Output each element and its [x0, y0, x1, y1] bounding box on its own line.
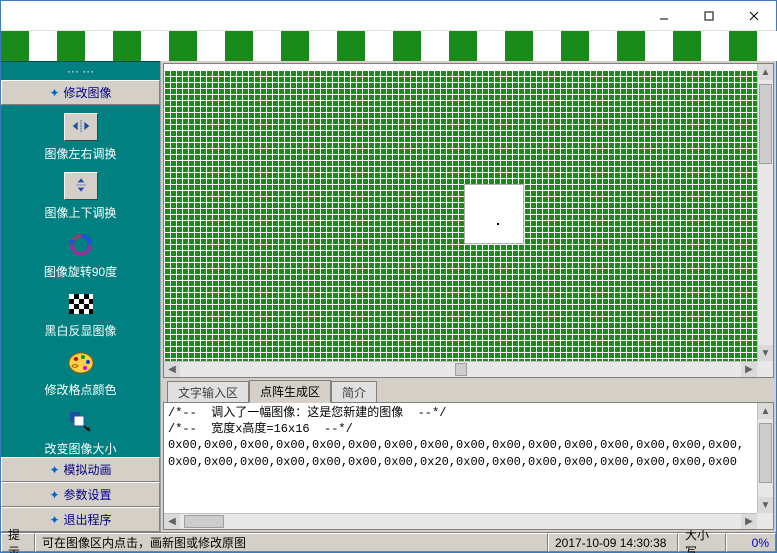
- sidebar-footer-params[interactable]: ✦参数设置: [1, 482, 160, 507]
- main-area: ▲ ▼ ◀ ▶ 文字输入区 点阵生成区 简介 /*-- 调: [161, 61, 776, 532]
- diamond-icon: ✦: [49, 86, 59, 100]
- sidebar-header-modify-image[interactable]: ✦ 修改图像: [1, 80, 160, 105]
- scroll-down-icon[interactable]: ▼: [758, 497, 773, 513]
- scroll-corner: [757, 361, 773, 377]
- status-hint-text: 可在图像区内点击，画新图或修改原图: [35, 533, 548, 552]
- tool-label: 改变图像大小: [44, 440, 116, 457]
- scroll-left-icon[interactable]: ◀: [164, 362, 180, 377]
- sidebar-footer-label: 模拟动画: [64, 463, 112, 477]
- sidebar-footer-label: 参数设置: [64, 488, 112, 502]
- scroll-thumb[interactable]: [759, 84, 772, 164]
- tool-invert-bw[interactable]: 黑白反显图像: [1, 290, 160, 339]
- code-text[interactable]: /*-- 调入了一幅图像：这是您新建的图像 --*/ /*-- 宽度x高度=16…: [164, 403, 757, 513]
- resize-icon: [70, 412, 92, 432]
- close-button[interactable]: [731, 1, 776, 30]
- grid-top-margin: [164, 64, 757, 70]
- new-image-block[interactable]: [464, 184, 524, 244]
- scroll-up-icon[interactable]: ▲: [758, 403, 773, 419]
- pixel-dot: [497, 223, 499, 225]
- tab-dot-matrix[interactable]: 点阵生成区: [249, 380, 331, 403]
- status-percent: 0%: [726, 533, 776, 552]
- code-output: /*-- 调入了一幅图像：这是您新建的图像 --*/ /*-- 宽度x高度=16…: [163, 402, 774, 530]
- bottom-tabs: 文字输入区 点阵生成区 简介: [163, 380, 774, 402]
- checker-icon: [69, 294, 93, 314]
- tool-label: 图像左右调换: [44, 145, 116, 162]
- scroll-right-icon[interactable]: ▶: [741, 514, 757, 529]
- scroll-thumb[interactable]: [455, 363, 467, 376]
- scroll-thumb[interactable]: [184, 515, 224, 528]
- tool-label: 修改格点颜色: [44, 381, 116, 398]
- scroll-up-icon[interactable]: ▲: [758, 64, 773, 80]
- scroll-left-icon[interactable]: ◀: [164, 514, 180, 529]
- flip-vertical-icon: [71, 177, 91, 196]
- sidebar-footer-label: 退出程序: [64, 513, 112, 527]
- tab-about[interactable]: 简介: [331, 381, 377, 403]
- scroll-corner: [757, 513, 773, 529]
- tool-rotate-90[interactable]: 图像旋转90度: [1, 231, 160, 280]
- scroll-thumb[interactable]: [759, 423, 772, 483]
- code-scrollbar-vertical[interactable]: ▲ ▼: [757, 403, 773, 513]
- palette-icon: [68, 352, 94, 374]
- sidebar-top-truncated: ··· ···: [1, 61, 160, 80]
- tool-resize-image[interactable]: 改变图像大小: [1, 408, 160, 457]
- scroll-down-icon[interactable]: ▼: [758, 345, 773, 361]
- status-caps: 大小写: [678, 533, 726, 552]
- window: ··· ··· ✦ 修改图像 图像左右调换 图像上下调换: [0, 0, 777, 553]
- status-hint-label: 提示: [1, 533, 35, 552]
- scroll-right-icon[interactable]: ▶: [741, 362, 757, 377]
- code-scrollbar-horizontal[interactable]: ◀ ▶: [164, 513, 757, 529]
- tool-grid-color[interactable]: 修改格点颜色: [1, 349, 160, 398]
- tool-label: 黑白反显图像: [44, 322, 116, 339]
- tool-label: 图像旋转90度: [44, 263, 117, 280]
- tool-flip-horizontal[interactable]: 图像左右调换: [1, 113, 160, 162]
- tab-text-input[interactable]: 文字输入区: [167, 381, 249, 403]
- pixel-grid: [164, 64, 757, 361]
- canvas-scrollbar-horizontal[interactable]: ◀ ▶: [164, 361, 757, 377]
- sidebar-tools: 图像左右调换 图像上下调换 图像旋转90度 黑白反显图像: [1, 105, 160, 457]
- canvas[interactable]: [164, 64, 757, 361]
- top-stripe: [1, 31, 776, 61]
- statusbar: 提示 可在图像区内点击，画新图或修改原图 2017-10-09 14:30:38…: [1, 532, 776, 552]
- canvas-area: ▲ ▼ ◀ ▶: [163, 63, 774, 378]
- bottom-panel: 文字输入区 点阵生成区 简介 /*-- 调入了一幅图像：这是您新建的图像 --*…: [163, 380, 774, 530]
- tool-flip-vertical[interactable]: 图像上下调换: [1, 172, 160, 221]
- titlebar: [1, 1, 776, 31]
- sidebar-footer-simulate[interactable]: ✦模拟动画: [1, 457, 160, 482]
- tool-label: 图像上下调换: [44, 204, 116, 221]
- sidebar: ··· ··· ✦ 修改图像 图像左右调换 图像上下调换: [1, 61, 161, 532]
- maximize-button[interactable]: [686, 1, 731, 30]
- canvas-scrollbar-vertical[interactable]: ▲ ▼: [757, 64, 773, 361]
- status-timestamp: 2017-10-09 14:30:38: [548, 533, 678, 552]
- minimize-button[interactable]: [641, 1, 686, 30]
- flip-horizontal-icon: [71, 118, 91, 137]
- sidebar-header-label: 修改图像: [64, 86, 112, 100]
- rotate-icon: [69, 233, 93, 257]
